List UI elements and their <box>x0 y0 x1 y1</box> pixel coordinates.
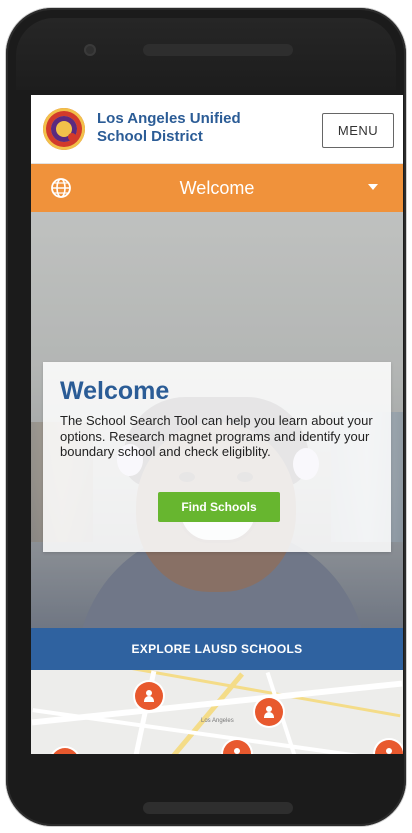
school-pin-icon[interactable] <box>375 740 403 754</box>
map-city-label: Los Angeles <box>201 718 234 724</box>
welcome-card-text: The School Search Tool can help you lear… <box>60 413 373 459</box>
language-welcome-bar[interactable]: Welcome <box>31 164 403 212</box>
district-name[interactable]: Los Angeles Unified School District <box>97 110 277 146</box>
site-header: Los Angeles Unified School District MENU <box>31 95 403 164</box>
chevron-down-icon[interactable] <box>368 184 378 190</box>
hero-image: Welcome The School Search Tool can help … <box>31 212 403 628</box>
district-logo[interactable] <box>43 108 85 150</box>
phone-frame: Los Angeles Unified School District MENU… <box>6 8 406 826</box>
menu-button[interactable]: MENU <box>322 113 394 148</box>
school-map[interactable]: Los Angeles <box>31 670 403 754</box>
explore-schools-bar[interactable]: EXPLORE LAUSD SCHOOLS <box>31 628 403 670</box>
front-camera <box>84 44 96 56</box>
school-pin-icon[interactable] <box>135 682 163 710</box>
welcome-bar-title: Welcome <box>179 178 255 198</box>
explore-schools-label: EXPLORE LAUSD SCHOOLS <box>131 642 303 656</box>
welcome-card-title: Welcome <box>60 377 170 405</box>
bottom-speaker <box>143 802 293 814</box>
find-schools-button[interactable]: Find Schools <box>158 492 280 522</box>
school-pin-icon[interactable] <box>51 748 79 754</box>
earpiece-speaker <box>143 44 293 56</box>
school-pin-icon[interactable] <box>255 698 283 726</box>
screen: Los Angeles Unified School District MENU… <box>31 95 403 754</box>
welcome-card: Welcome The School Search Tool can help … <box>43 362 391 552</box>
